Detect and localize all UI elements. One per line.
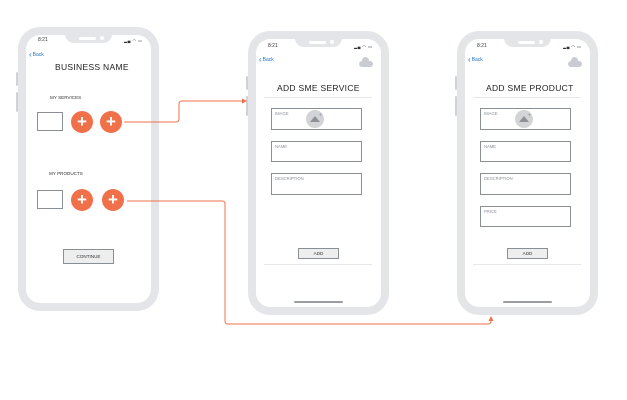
image-upload-icon[interactable]: + [515,110,533,128]
side-button [16,72,18,86]
side-button [246,96,248,116]
add-service-button[interactable]: + [100,111,122,133]
back-link[interactable]: ‹Back [259,55,274,64]
status-icons: ▂▄ ◠ ▭ [354,44,373,49]
name-field[interactable]: NAME [480,141,571,162]
page-title: ADD SME PRODUCT [486,83,574,93]
services-label: MY SERVICES [50,95,82,100]
chevron-left-icon: ‹ [29,50,32,59]
camera [330,40,334,44]
screen-business-name: 8:21 ▂▄ ◠ ▭ ‹Back BUSINESS NAME MY SERVI… [26,34,151,303]
description-placeholder: DESCRIPTION [484,176,513,181]
back-label: Back [262,57,274,63]
image-placeholder: IMAGE [484,111,498,116]
status-time: 8:21 [38,37,48,43]
divider [473,264,581,265]
divider [264,97,372,98]
add-button[interactable]: ADD [507,248,548,259]
screen-add-sme-service: 8:21 ▂▄ ◠ ▭ ‹Back ADD SME SERVICE IMAGE … [256,38,381,307]
camera [539,40,543,44]
cloud-icon [568,57,582,67]
add-button[interactable]: ADD [298,248,339,259]
cloud-icon [359,57,373,67]
back-label: Back [32,52,44,58]
phone-add-sme-service: 8:21 ▂▄ ◠ ▭ ‹Back ADD SME SERVICE IMAGE … [246,31,389,315]
speaker [518,41,535,44]
phone-business-name: 8:21 ▂▄ ◠ ▭ ‹Back BUSINESS NAME MY SERVI… [16,27,159,311]
service-thumbnail [37,112,63,131]
back-link[interactable]: ‹Back [29,50,44,59]
side-button [16,92,18,112]
image-field[interactable]: IMAGE + [480,108,571,130]
add-product-button[interactable]: + [102,189,124,211]
arrowhead [488,316,494,321]
side-button [246,76,248,90]
description-field[interactable]: DESCRIPTION [480,173,571,195]
notch [295,38,342,47]
status-time: 8:21 [268,43,278,49]
phone-add-sme-product: 8:21 ▂▄ ◠ ▭ ‹Back ADD SME PRODUCT IMAGE … [455,31,598,315]
price-placeholder: PRICE [484,209,497,214]
products-label: MY PRODUCTS [49,171,83,176]
price-field[interactable]: PRICE [480,206,571,227]
name-placeholder: NAME [484,144,497,149]
image-field[interactable]: IMAGE + [271,108,362,130]
divider [264,264,372,265]
screen-add-sme-product: 8:21 ▂▄ ◠ ▭ ‹Back ADD SME PRODUCT IMAGE … [465,38,590,307]
notch [504,38,551,47]
back-label: Back [471,57,483,63]
description-field[interactable]: DESCRIPTION [271,173,362,195]
description-placeholder: DESCRIPTION [275,176,304,181]
back-link[interactable]: ‹Back [468,55,483,64]
name-field[interactable]: NAME [271,141,362,162]
camera [100,36,104,40]
product-thumbnail [37,190,63,209]
speaker [309,41,326,44]
chevron-left-icon: ‹ [468,55,471,64]
image-placeholder: IMAGE [275,111,289,116]
page-title: ADD SME SERVICE [277,83,360,93]
chevron-left-icon: ‹ [259,55,262,64]
side-button [455,76,457,90]
status-icons: ▂▄ ◠ ▭ [563,44,582,49]
home-indicator [503,301,552,303]
status-time: 8:21 [477,43,487,49]
page-title: BUSINESS NAME [55,62,129,72]
home-indicator [294,301,343,303]
add-service-button[interactable]: + [71,111,93,133]
speaker [79,37,96,40]
divider [473,97,581,98]
side-button [455,96,457,116]
continue-button[interactable]: CONTINUE [63,249,114,264]
image-upload-icon[interactable]: + [306,110,324,128]
status-icons: ▂▄ ◠ ▭ [124,38,143,43]
name-placeholder: NAME [275,144,288,149]
add-product-button[interactable]: + [71,189,93,211]
notch [65,34,112,43]
